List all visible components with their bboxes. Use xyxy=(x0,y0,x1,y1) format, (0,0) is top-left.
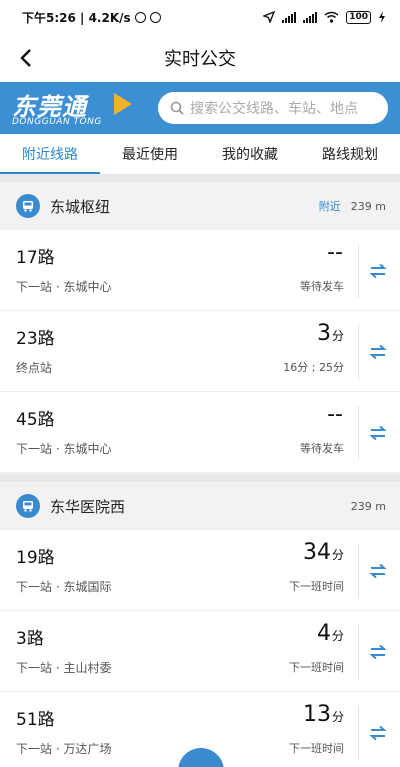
app-logo: 东莞通 DONGGUAN TONG xyxy=(12,87,138,131)
section-separator xyxy=(0,474,400,482)
chevron-left-icon xyxy=(20,49,31,67)
route-name: 17路 xyxy=(16,248,55,268)
route-eta: 34分 xyxy=(303,540,344,565)
route-row[interactable]: 17路 下一站 · 东城中心 -- 等待发车 xyxy=(0,230,400,311)
switch-direction-button[interactable] xyxy=(364,719,392,747)
location-arrow-icon xyxy=(263,11,276,23)
bus-stop-icon xyxy=(16,194,40,218)
status-bar: 下午5:26 | 4.2K/s 100 xyxy=(0,0,400,34)
eta-value: 4 xyxy=(316,621,331,646)
route-next-stop: 下一站 · 东城国际 xyxy=(16,580,112,594)
battery-icon: 100 xyxy=(346,10,371,24)
route-next-stop: 下一站 · 万达广场 xyxy=(16,742,112,756)
divider xyxy=(358,244,359,298)
divider xyxy=(358,706,359,760)
route-row[interactable]: 45路 下一站 · 东城中心 -- 等待发车 xyxy=(0,392,400,473)
back-button[interactable] xyxy=(10,42,42,74)
route-eta: -- xyxy=(327,402,344,427)
wifi-icon xyxy=(324,11,339,23)
eta-note: 等待发车 xyxy=(300,442,344,455)
route-next-stop: 下一站 · 主山村委 xyxy=(16,661,112,675)
station-header[interactable]: 东城枢纽 附近 239 m xyxy=(0,184,400,228)
route-row[interactable]: 19路 下一站 · 东城国际 34分 下一班时间 xyxy=(0,530,400,611)
station-header[interactable]: 东华医院西 239 m xyxy=(0,484,400,528)
station-name: 东城枢纽 xyxy=(50,197,111,216)
divider xyxy=(358,625,359,679)
route-name: 3路 xyxy=(16,629,44,649)
signal-icon-2 xyxy=(303,11,318,23)
tab-favorites[interactable]: 我的收藏 xyxy=(200,134,300,174)
route-eta: -- xyxy=(327,240,344,265)
page-title: 实时公交 xyxy=(164,49,236,70)
eta-value: 34 xyxy=(302,540,331,565)
tab-nearby-routes[interactable]: 附近线路 xyxy=(0,134,100,174)
route-row[interactable]: 23路 终点站 3分 16分 ; 25分 xyxy=(0,311,400,392)
eta-value: -- xyxy=(327,240,343,265)
tab-recent[interactable]: 最近使用 xyxy=(100,134,200,174)
route-eta: 13分 xyxy=(303,702,344,727)
station-name: 东华医院西 xyxy=(50,497,126,516)
swap-arrows-icon xyxy=(369,644,387,660)
eta-unit: 分 xyxy=(331,710,344,724)
route-name: 19路 xyxy=(16,548,55,568)
eta-note: 下一班时间 xyxy=(289,580,344,593)
swap-arrows-icon xyxy=(369,725,387,741)
route-name: 51路 xyxy=(16,710,55,730)
station-distance: 239 m xyxy=(350,199,386,213)
eta-unit: 分 xyxy=(331,329,344,343)
route-name: 23路 xyxy=(16,329,55,349)
section-separator xyxy=(0,174,400,182)
swap-arrows-icon xyxy=(369,563,387,579)
eta-value: -- xyxy=(327,402,343,427)
notification-icon-2 xyxy=(149,11,161,23)
logo-subtext: DONGGUAN TONG xyxy=(12,117,102,127)
divider xyxy=(358,325,359,379)
switch-direction-button[interactable] xyxy=(364,338,392,366)
bus-stop-icon xyxy=(16,494,40,518)
eta-value: 3 xyxy=(316,321,331,346)
divider xyxy=(358,406,359,460)
swap-arrows-icon xyxy=(369,344,387,360)
route-row[interactable]: 3路 下一站 · 主山村委 4分 下一班时间 xyxy=(0,611,400,692)
divider xyxy=(358,544,359,598)
route-next-stop: 下一站 · 东城中心 xyxy=(16,442,112,456)
search-input[interactable]: 搜索公交线路、车站、地点 xyxy=(158,92,388,124)
charging-icon xyxy=(379,11,385,23)
search-placeholder: 搜索公交线路、车站、地点 xyxy=(190,101,358,117)
route-name: 45路 xyxy=(16,410,55,430)
notification-icon xyxy=(134,11,146,23)
eta-unit: 分 xyxy=(331,629,344,643)
switch-direction-button[interactable] xyxy=(364,419,392,447)
switch-direction-button[interactable] xyxy=(364,638,392,666)
status-time-speed: 下午5:26 | 4.2K/s xyxy=(22,10,131,25)
eta-note: 下一班时间 xyxy=(289,661,344,674)
logo-play-icon xyxy=(114,93,132,115)
tab-bar: 附近线路 最近使用 我的收藏 路线规划 xyxy=(0,134,400,174)
station-distance: 239 m xyxy=(350,499,386,513)
eta-note: 下一班时间 xyxy=(289,742,344,755)
route-next-stop: 终点站 xyxy=(16,361,53,375)
signal-icon xyxy=(282,11,297,23)
eta-unit: 分 xyxy=(331,548,344,562)
eta-value: 13 xyxy=(302,702,331,727)
swap-arrows-icon xyxy=(369,263,387,279)
title-bar: 实时公交 xyxy=(0,34,400,82)
route-next-stop: 下一站 · 东城中心 xyxy=(16,280,112,294)
banner: 东莞通 DONGGUAN TONG 搜索公交线路、车站、地点 xyxy=(0,82,400,134)
eta-note: 16分 ; 25分 xyxy=(283,361,344,374)
nearby-badge: 附近 xyxy=(318,200,341,213)
switch-direction-button[interactable] xyxy=(364,557,392,585)
swap-arrows-icon xyxy=(369,425,387,441)
route-eta: 3分 xyxy=(317,321,344,346)
search-icon xyxy=(170,101,184,115)
tab-route-planning[interactable]: 路线规划 xyxy=(300,134,400,174)
switch-direction-button[interactable] xyxy=(364,257,392,285)
eta-note: 等待发车 xyxy=(300,280,344,293)
route-eta: 4分 xyxy=(317,621,344,646)
